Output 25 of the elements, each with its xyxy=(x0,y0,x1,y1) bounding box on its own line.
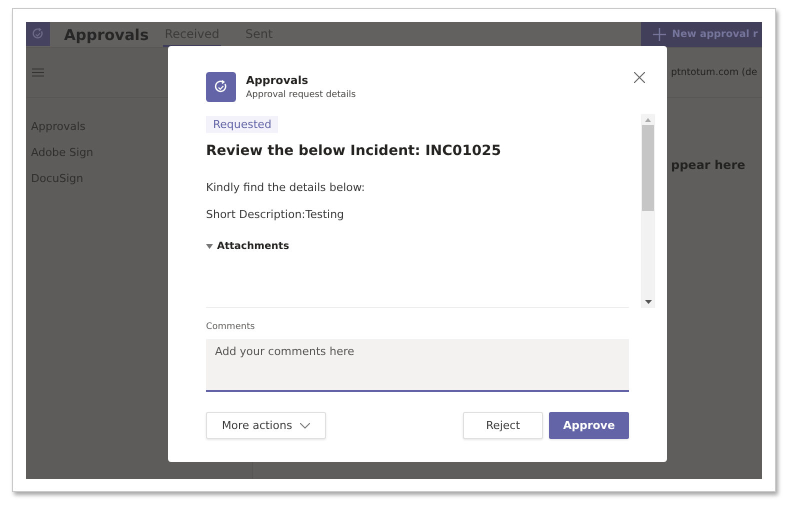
scroll-down-icon xyxy=(644,300,652,304)
caret-icon xyxy=(206,244,213,249)
approval-icon xyxy=(31,27,45,41)
approval-icon xyxy=(213,79,229,95)
scrollbar[interactable] xyxy=(641,114,655,308)
request-title: Review the below Incident: INC01025 xyxy=(206,143,502,159)
plus-icon xyxy=(653,28,666,41)
scroll-up-icon xyxy=(645,118,651,122)
app-logo[interactable] xyxy=(26,22,50,46)
close-icon xyxy=(634,72,645,83)
comments-field[interactable]: Add your comments here xyxy=(206,339,629,392)
app-title: Approvals xyxy=(64,26,149,44)
chevron-down-icon xyxy=(300,422,310,428)
reject-button[interactable]: Reject xyxy=(463,412,543,439)
approve-button[interactable]: Approve xyxy=(549,412,629,439)
detail-text: Short Description:Testing xyxy=(206,208,344,221)
menu-icon[interactable] xyxy=(32,68,44,77)
new-approval-button[interactable]: New approval r xyxy=(641,22,762,47)
more-actions-button[interactable]: More actions xyxy=(206,412,326,439)
status-badge: Requested xyxy=(206,116,278,133)
empty-state-text: ppear here xyxy=(670,158,746,172)
detail-text: Kindly find the details below: xyxy=(206,181,365,194)
attachments-toggle[interactable]: Attachments xyxy=(206,241,290,252)
comments-label: Comments xyxy=(206,322,256,332)
close-button[interactable] xyxy=(632,70,647,85)
